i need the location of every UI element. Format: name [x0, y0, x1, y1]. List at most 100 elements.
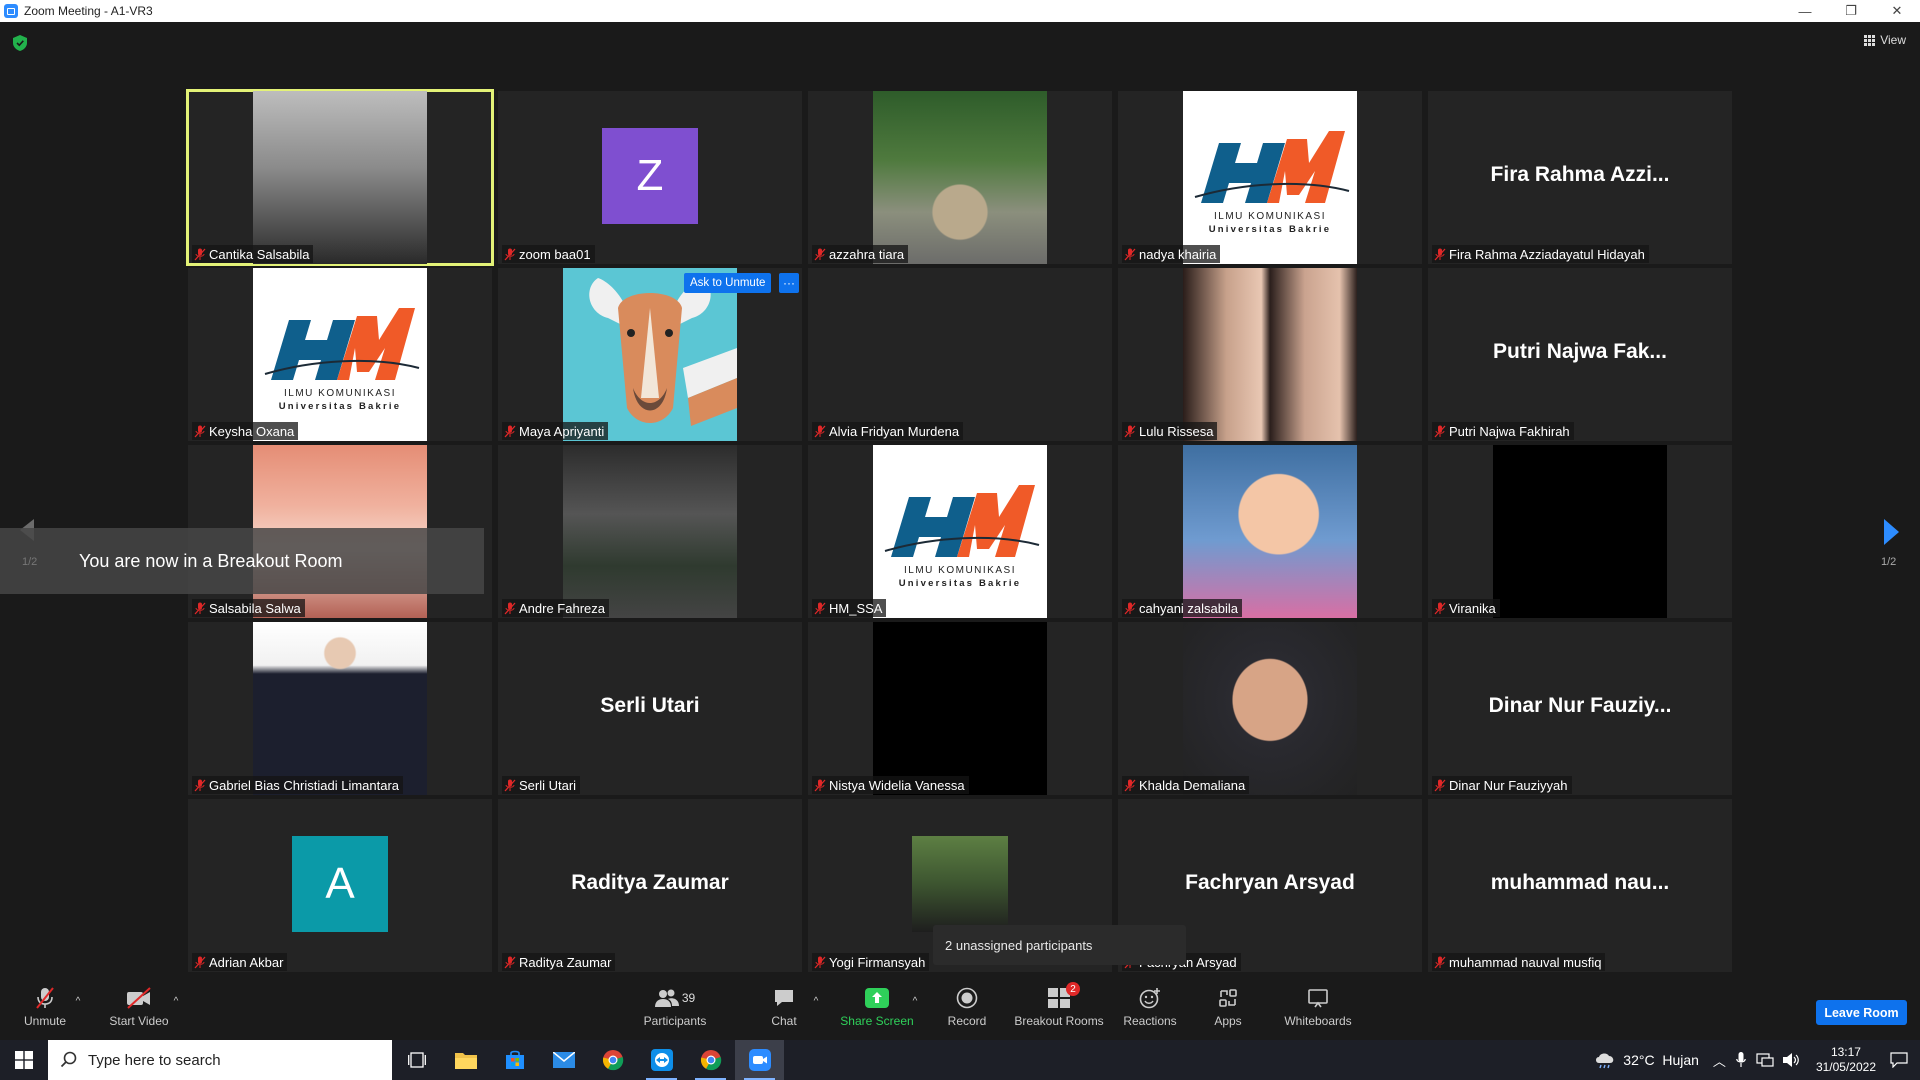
record-label: Record: [947, 1014, 987, 1028]
video-options-caret[interactable]: ^: [170, 980, 182, 1040]
breakout-rooms-badge: 2: [1066, 982, 1080, 996]
next-page-arrow-icon[interactable]: [1884, 519, 1899, 545]
minimize-button[interactable]: —: [1782, 0, 1828, 22]
zoom-app-icon: [4, 4, 18, 18]
zoom-icon: [748, 1049, 771, 1071]
taskbar-teamviewer[interactable]: [637, 1040, 686, 1080]
start-video-button[interactable]: Start Video: [104, 980, 174, 1040]
ask-to-unmute-button[interactable]: Ask to Unmute: [684, 273, 772, 293]
participant-tile[interactable]: ILMU KOMUNIKASI Universitas Bakrie nadya k…: [1118, 91, 1422, 264]
more-options-button[interactable]: ···: [779, 273, 799, 293]
taskbar-chrome-2[interactable]: [686, 1040, 735, 1080]
participant-tile[interactable]: Putri Najwa Fak... Putri Najwa Fakhirah: [1428, 268, 1732, 441]
participant-tile[interactable]: Raditya Zaumar Raditya Zaumar: [498, 799, 802, 972]
participant-nameplate: Lulu Rissesa: [1122, 422, 1218, 440]
participant-profile-image: ILMU KOMUNIKASI Universitas Bakrie: [873, 445, 1047, 618]
chat-options-caret[interactable]: ^: [810, 980, 822, 1040]
participant-name: Keysha Oxana: [209, 423, 295, 439]
hm-logo-icon: ILMU KOMUNIKASI Universitas Bakrie: [1194, 131, 1350, 235]
participant-name: Fira Rahma Azziadayatul Hidayah: [1449, 246, 1645, 262]
maximize-button[interactable]: ❐: [1828, 0, 1874, 22]
breakout-rooms-icon: 2: [1048, 982, 1080, 1010]
participant-tile[interactable]: Zzoom baa01: [498, 91, 802, 264]
taskbar-mail[interactable]: [539, 1040, 588, 1080]
mail-icon: [552, 1052, 575, 1068]
hm-logo-icon: ILMU KOMUNIKASI Universitas Bakrie: [264, 308, 420, 412]
participant-tile[interactable]: Serli Utari Serli Utari: [498, 622, 802, 795]
search-icon: [60, 1051, 77, 1068]
store-icon: [505, 1050, 524, 1069]
taskbar-zoom[interactable]: [735, 1040, 784, 1080]
unassigned-participants-tooltip: 2 unassigned participants: [933, 925, 1186, 965]
chat-button[interactable]: Chat: [764, 980, 804, 1040]
whiteboards-button[interactable]: Whiteboards: [1280, 980, 1356, 1040]
participant-nameplate: zoom baa01: [502, 245, 595, 263]
participants-button[interactable]: 39 Participants: [640, 980, 710, 1040]
participant-tile[interactable]: Cantika Salsabila: [186, 89, 494, 266]
participant-tile[interactable]: Lulu Rissesa: [1118, 268, 1422, 441]
participant-tile[interactable]: Fira Rahma Azzi... Fira Rahma Azziadayatu…: [1428, 91, 1732, 264]
record-button[interactable]: Record: [942, 980, 992, 1040]
participant-tile[interactable]: Alvia Fridyan Murdena: [808, 268, 1112, 441]
logo-line2: Universitas Bakrie: [279, 401, 402, 412]
taskbar-file-explorer[interactable]: [441, 1040, 490, 1080]
breakout-room-message: You are now in a Breakout Room: [79, 551, 343, 571]
shield-icon[interactable]: [13, 35, 27, 51]
unmute-button[interactable]: Unmute: [20, 980, 70, 1040]
caret-up-icon: ^: [75, 996, 81, 1007]
notification-icon[interactable]: [1890, 1052, 1908, 1068]
share-options-caret[interactable]: ^: [909, 980, 921, 1040]
close-button[interactable]: ✕: [1874, 0, 1920, 22]
muted-mic-icon: [814, 425, 826, 437]
participant-tile[interactable]: Andre Fahreza: [498, 445, 802, 618]
participant-video: [563, 268, 737, 441]
caret-up-icon: ^: [813, 996, 819, 1007]
muted-mic-icon: [194, 248, 206, 260]
breakout-rooms-button[interactable]: 2 Breakout Rooms: [1014, 980, 1104, 1040]
participant-tile[interactable]: ILMU KOMUNIKASI Universitas Bakrie Keysha …: [188, 268, 492, 441]
participant-profile-image: ILMU KOMUNIKASI Universitas Bakrie: [1183, 91, 1357, 264]
participant-name: Nistya Widelia Vanessa: [829, 777, 965, 793]
weather-widget[interactable]: 32°C Hujan: [1593, 1051, 1699, 1069]
participant-tile[interactable]: Gabriel Bias Christiadi Limantara: [188, 622, 492, 795]
participant-tile[interactable]: Dinar Nur Fauziy... Dinar Nur Fauziyyah: [1428, 622, 1732, 795]
reactions-button[interactable]: Reactions: [1120, 980, 1180, 1040]
volume-icon[interactable]: [1782, 1052, 1800, 1068]
participant-tile[interactable]: azzahra tiara: [808, 91, 1112, 264]
muted-mic-icon: [194, 425, 206, 437]
microphone-tray-icon[interactable]: [1736, 1052, 1746, 1068]
apps-button[interactable]: Apps: [1208, 980, 1248, 1040]
task-view-button[interactable]: [392, 1040, 441, 1080]
share-screen-button[interactable]: Share Screen: [836, 980, 918, 1040]
network-icon[interactable]: [1756, 1053, 1774, 1067]
taskbar-store[interactable]: [490, 1040, 539, 1080]
taskbar-chrome[interactable]: [588, 1040, 637, 1080]
participant-nameplate: Nistya Widelia Vanessa: [812, 776, 969, 794]
participant-display-name: Fachryan Arsyad: [1185, 871, 1355, 894]
view-button[interactable]: View: [1864, 33, 1906, 47]
audio-options-caret[interactable]: ^: [72, 980, 84, 1040]
participant-tile[interactable]: Nistya Widelia Vanessa: [808, 622, 1112, 795]
tray-chevron-up-icon[interactable]: ︿: [1713, 1051, 1726, 1070]
windows-start-button[interactable]: [0, 1040, 48, 1080]
participant-nameplate: Salsabila Salwa: [192, 599, 305, 617]
participant-tile[interactable]: cahyani zalsabila: [1118, 445, 1422, 618]
share-screen-icon: [865, 986, 889, 1010]
chrome-icon: [602, 1050, 623, 1071]
avatar: Z: [602, 128, 698, 224]
muted-mic-icon: [1434, 248, 1446, 260]
taskbar-clock[interactable]: 13:17 31/05/2022: [1816, 1045, 1876, 1075]
participant-nameplate: Fira Rahma Azziadayatul Hidayah: [1432, 245, 1649, 263]
participant-tile[interactable]: Viranika: [1428, 445, 1732, 618]
participant-tile[interactable]: ILMU KOMUNIKASI Universitas Bakrie HM_SSA: [808, 445, 1112, 618]
participant-name: Khalda Demaliana: [1139, 777, 1246, 793]
participant-nameplate: cahyani zalsabila: [1122, 599, 1243, 617]
participant-tile[interactable]: Maya Apriyanti: [498, 268, 802, 441]
participant-name: Raditya Zaumar: [519, 954, 612, 970]
participant-tile[interactable]: muhammad nau... muhammad nauval musfiq: [1428, 799, 1732, 972]
participant-tile[interactable]: A Adrian Akbar: [188, 799, 492, 972]
participant-display-name: Dinar Nur Fauziy...: [1488, 694, 1672, 717]
participant-tile[interactable]: Khalda Demaliana: [1118, 622, 1422, 795]
leave-room-button[interactable]: Leave Room: [1816, 1000, 1907, 1025]
taskbar-search-box[interactable]: Type here to search: [48, 1040, 392, 1080]
